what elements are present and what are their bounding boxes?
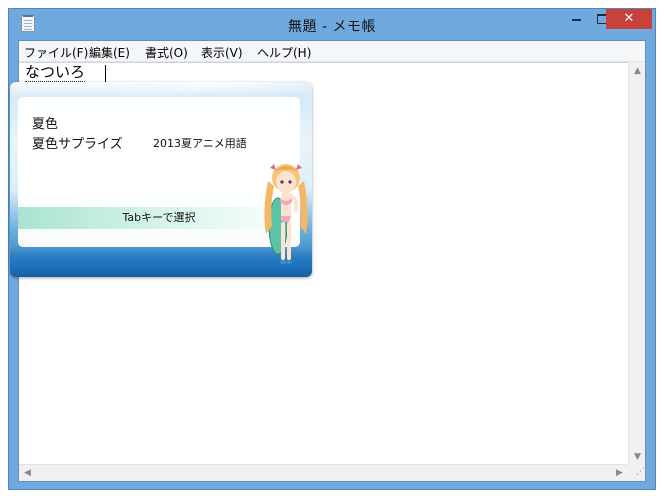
menu-file[interactable]: ファイル(F) [24, 44, 88, 61]
menu-edit[interactable]: 編集(E) [89, 44, 130, 61]
close-icon: ✕ [623, 11, 635, 26]
window-title: 無題 - メモ帳 [288, 19, 376, 35]
scroll-right-icon[interactable]: ▶ [611, 468, 628, 478]
menu-help[interactable]: ヘルプ(H) [257, 44, 311, 61]
candidate-item[interactable]: 夏色サプライズ [32, 133, 123, 152]
scroll-up-icon[interactable]: ▲ [629, 66, 646, 76]
text-caret [105, 65, 106, 82]
horizontal-scrollbar[interactable]: ◀ ▶ [19, 464, 628, 481]
vertical-scrollbar[interactable]: ▲ ▼ [628, 62, 645, 466]
minimize-button[interactable] [563, 9, 589, 29]
menu-bar: ファイル(F) 編集(E) 書式(O) 表示(V) ヘルプ(H) [19, 41, 645, 62]
menu-format[interactable]: 書式(O) [145, 44, 188, 61]
mascot-girl-with-surfboard-icon [264, 164, 308, 264]
minimize-icon [571, 19, 581, 21]
ime-candidate-window: 夏色 夏色サプライズ 2013夏アニメ用語 Tabキーで選択 [10, 82, 312, 277]
candidate-item[interactable]: 夏色 [32, 113, 58, 132]
resize-grip-icon[interactable]: ⋰ [628, 464, 645, 481]
scroll-left-icon[interactable]: ◀ [19, 468, 36, 478]
close-button[interactable]: ✕ [606, 9, 652, 29]
ime-composition-text: なついろ [25, 63, 86, 82]
menu-view[interactable]: 表示(V) [201, 44, 243, 61]
scroll-down-icon[interactable]: ▼ [629, 452, 646, 462]
title-bar[interactable]: 無題 - メモ帳 ✕ [9, 9, 655, 39]
candidate-annotation: 2013夏アニメ用語 [153, 137, 247, 150]
